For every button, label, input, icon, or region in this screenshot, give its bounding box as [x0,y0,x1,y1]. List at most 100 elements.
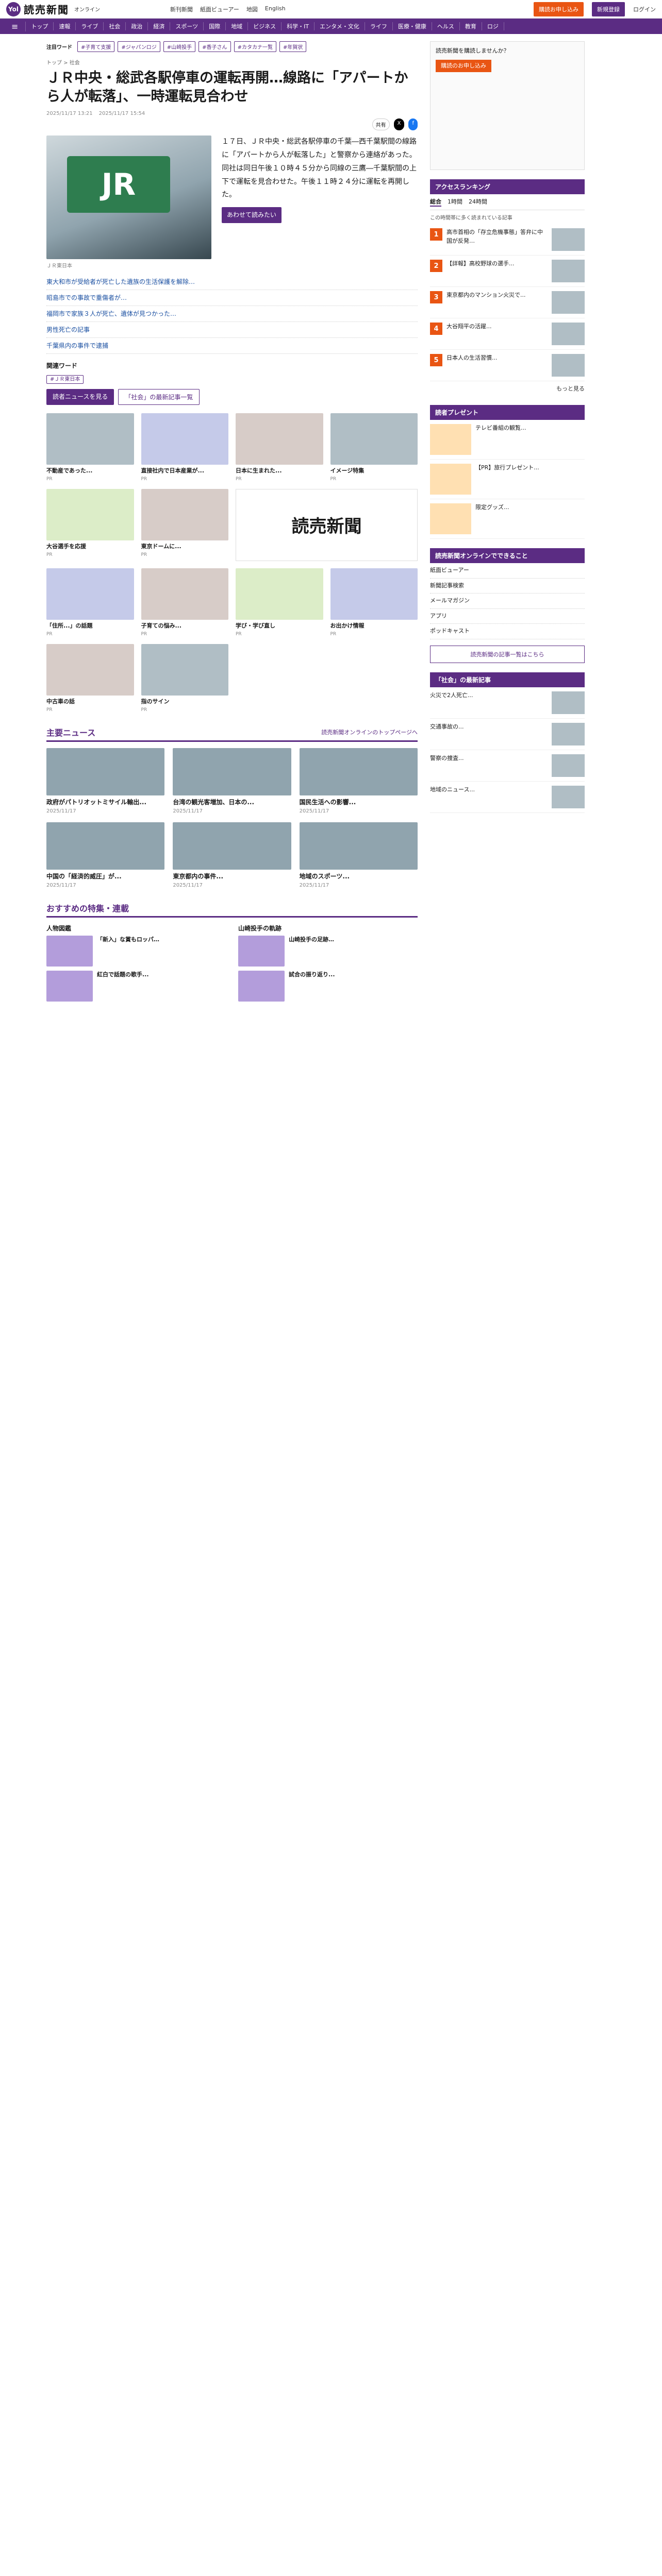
feature-item[interactable]: メールマガジン [430,594,585,609]
top-page-link[interactable]: 読売新聞オンラインのトップページへ [321,728,418,736]
social-list-button[interactable]: 「社会」の最新記事一覧 [118,388,200,405]
category-item[interactable]: 医療・健康 [393,22,432,30]
news-item[interactable]: 政府がパトリオットミサイル輸出... 2025/11/17 [46,748,165,814]
gift-item[interactable]: 【PR】旅行プレゼント... [430,460,585,499]
ad-card[interactable]: イメージ特集 PR [330,413,418,482]
latest-item[interactable]: 火災で2人死亡... [430,687,585,719]
category-item[interactable]: ロジ [482,22,504,30]
trend-chip[interactable]: #山崎投手 [163,41,196,52]
related-item[interactable]: 昭島市での事故で重傷者が… [46,290,418,306]
feature-item[interactable]: アプリ [430,609,585,624]
category-item[interactable]: 国際 [204,22,226,30]
trend-chip[interactable]: #カタカナ一覧 [234,41,276,52]
ad-card[interactable]: 大谷選手を応援 PR [46,488,134,561]
category-item[interactable]: 経済 [148,22,171,30]
ad-card[interactable]: お出かけ情報 PR [330,568,418,637]
news-item[interactable]: 台湾の観光客増加、日本の... 2025/11/17 [173,748,291,814]
feature-item[interactable]: 新聞記事検索 [430,579,585,594]
ranking-item[interactable]: 1 高市首相の「存立危機事態」答弁に中国が反発… [430,224,585,256]
ranking-more-link[interactable]: もっと見る [430,381,585,396]
nav-item-2[interactable]: 地図 [246,5,258,13]
trend-chip[interactable]: #年賀状 [279,41,307,52]
tab-overall[interactable]: 総合 [430,197,441,207]
category-item[interactable]: エンタメ・文化 [315,22,365,30]
latest-item[interactable]: 警察の捜査... [430,750,585,782]
category-item[interactable]: 科学・IT [282,22,315,30]
category-item[interactable]: 政治 [126,22,148,30]
category-item[interactable]: 速報 [54,22,76,30]
category-item[interactable]: スポーツ [170,22,204,30]
special-category[interactable]: 山崎投手の軌跡 [238,924,418,933]
yomiuri-logo-ad[interactable]: 読売新聞 [236,488,418,561]
special-category[interactable]: 人物図鑑 [46,924,226,933]
ad-card[interactable]: 東京ドームに... PR [141,488,228,561]
related-item[interactable]: 福岡市で家族３人が死亡、遺体が見つかった… [46,306,418,322]
latest-text: 警察の捜査... [430,754,464,761]
category-item[interactable]: トップ [26,22,54,30]
category-item[interactable]: 社会 [104,22,126,30]
menu-icon[interactable]: ≡ [6,21,26,31]
gift-item[interactable]: 限定グッズ... [430,499,585,539]
gift-thumb [430,503,471,534]
news-item[interactable]: 東京都内の事件... 2025/11/17 [173,822,291,888]
ad-card[interactable]: 子育ての悩み... PR [141,568,228,637]
breadcrumb[interactable]: トップ > 社会 [46,56,418,69]
article-list-button[interactable]: 読売新聞の記事一覧はこちら [430,645,585,663]
ranking-item[interactable]: 4 大谷翔平の活躍... [430,318,585,350]
subscribe-ad[interactable]: 読売新聞を購読しませんか？ 購読のお申し込み [430,41,585,170]
news-item[interactable]: 国民生活への影響... 2025/11/17 [299,748,418,814]
special-item[interactable]: 試合の振り返り... [238,970,418,1002]
tab-1h[interactable]: 1時間 [448,197,462,207]
category-item[interactable]: ライブ [76,22,104,30]
keyword-chip[interactable]: #ＪＲ東日本 [46,375,84,384]
subscribe-button[interactable]: 購読お申し込み [534,2,584,16]
register-button[interactable]: 新規登録 [592,2,625,16]
ranking-item[interactable]: 5 日本人の生活習慣... [430,350,585,381]
ad-card[interactable]: 直接社内で日本産業が... PR [141,413,228,482]
category-item[interactable]: ビジネス [248,22,282,30]
tab-24h[interactable]: 24時間 [469,197,487,207]
main-column: 注目ワード #子育て支援 #ジャパンロジ #山崎投手 #香子さん #カタカナ一覧… [46,34,418,1006]
related-item[interactable]: 東大和市が受給者が死亡した遺族の生活保護を解除… [46,274,418,290]
facebook-share-icon[interactable]: f [408,118,418,130]
feature-item[interactable]: 紙面ビューアー [430,563,585,579]
category-item[interactable]: ライフ [365,22,393,30]
trend-chip[interactable]: #ジャパンロジ [118,41,160,52]
ad-card[interactable]: 日本に生まれた... PR [236,413,323,482]
special-item[interactable]: 山崎投手の足跡… [238,935,418,967]
trend-chip[interactable]: #子育て支援 [77,41,115,52]
latest-item[interactable]: 地域のニュース... [430,782,585,813]
ad-card[interactable]: 不動産であった... PR [46,413,134,482]
follow-button[interactable]: 読者ニュースを見る [46,388,114,405]
feature-item[interactable]: ポッドキャスト [430,624,585,639]
trend-chip[interactable]: #香子さん [198,41,231,52]
site-logo[interactable]: Yol 読売新聞 オンライン [6,2,100,16]
ad-subscribe-button[interactable]: 購読のお申し込み [436,59,491,72]
nav-item-3[interactable]: English [265,5,286,13]
latest-item[interactable]: 交通事故の... [430,719,585,750]
ad-source: PR [46,476,53,482]
gift-item[interactable]: テレビ番組の観覧... [430,420,585,460]
related-item[interactable]: 千葉県内の事件で逮捕 [46,338,418,354]
ad-source: PR [141,552,147,557]
category-item[interactable]: 地域 [226,22,249,30]
ranking-item[interactable]: 2 【詳報】高校野球の選手... [430,256,585,287]
share-button[interactable]: 共有 [372,118,390,130]
nav-item-0[interactable]: 新刊新聞 [170,5,193,13]
category-item[interactable]: ヘルス [432,22,460,30]
x-share-icon[interactable]: X [393,118,405,130]
ad-card[interactable]: 「住所...」の話題 PR [46,568,134,637]
special-item[interactable]: 「新入」な賞もロッパ… [46,935,226,967]
ad-card[interactable]: 中古車の話 PR [46,643,134,713]
ad-card[interactable]: 指のサイン PR [141,643,228,713]
news-item[interactable]: 地域のスポーツ... 2025/11/17 [299,822,418,888]
category-item[interactable]: 教育 [460,22,482,30]
news-title: 台湾の観光客増加、日本の... [173,798,255,806]
ad-card[interactable]: 学び・学び直し PR [236,568,323,637]
nav-item-1[interactable]: 紙面ビューアー [200,5,239,13]
ranking-item[interactable]: 3 東京都内のマンション火災で... [430,287,585,318]
news-item[interactable]: 中国の「経済的威圧」が... 2025/11/17 [46,822,165,888]
login-button[interactable]: ログイン [633,5,656,13]
related-item[interactable]: 男性死亡の記事 [46,322,418,338]
special-item[interactable]: 紅白で話題の歌手... [46,970,226,1002]
